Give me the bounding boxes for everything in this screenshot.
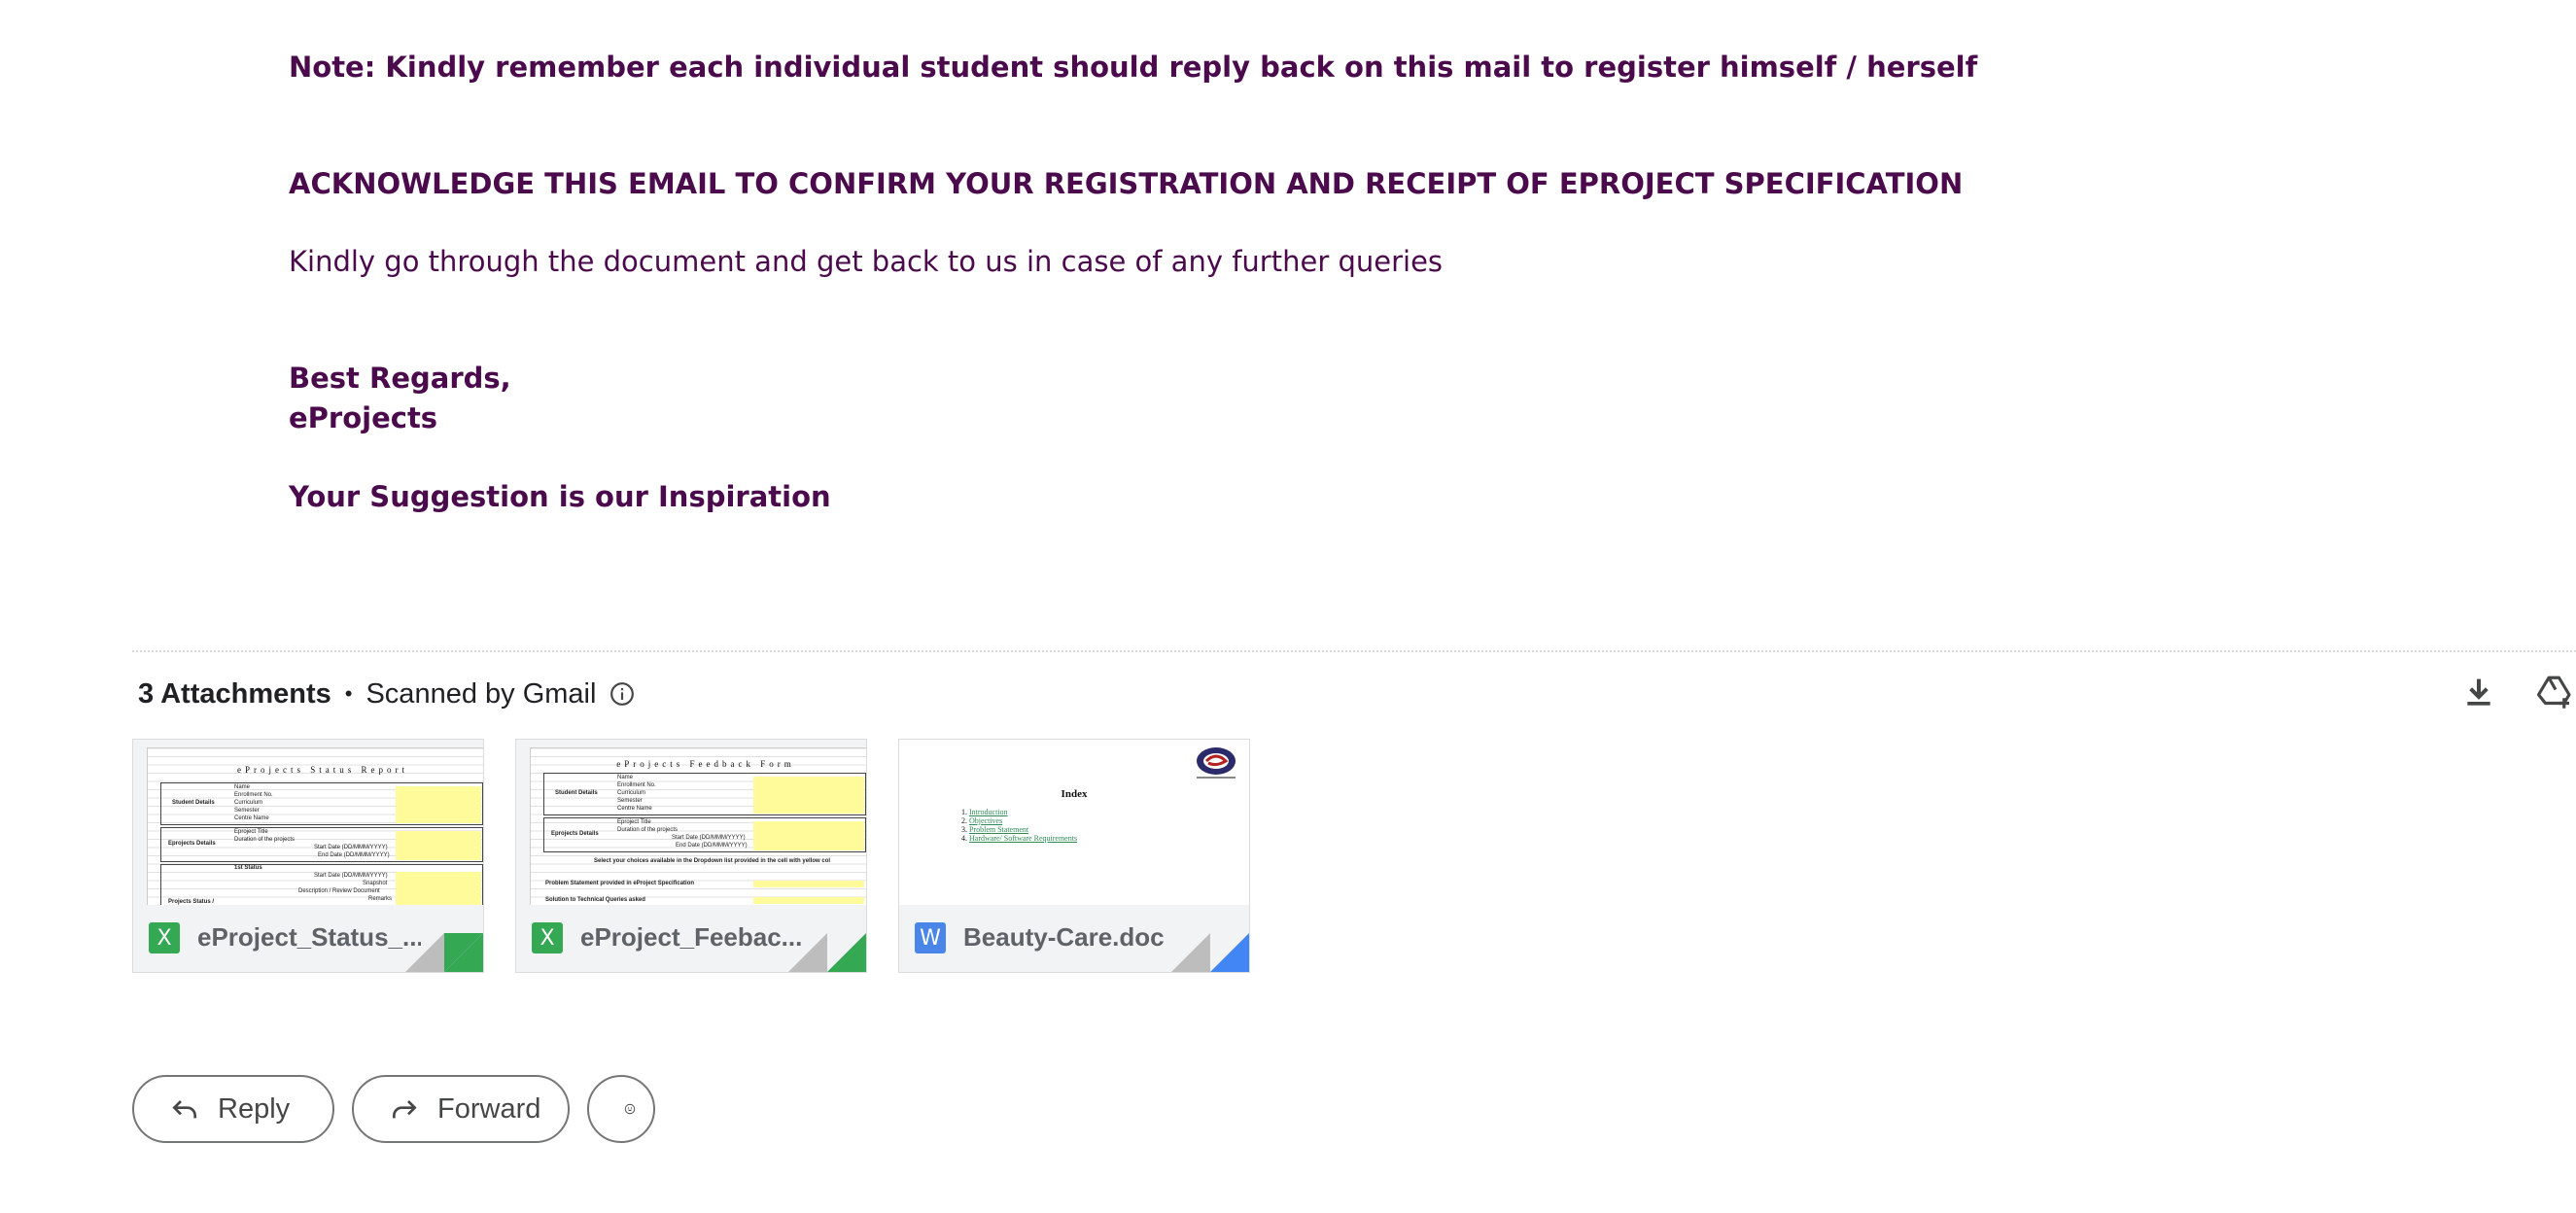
attachments-header: 3 Attachments • Scanned by Gmail [138, 675, 635, 713]
preview-index-item: Hardware/ Software Requirements [969, 834, 1078, 843]
info-icon[interactable] [609, 681, 635, 707]
preview-field: Enrollment No. [234, 792, 273, 798]
preview-title: eProjects Feedback Form [616, 759, 795, 769]
preview-field: End Date (DD/MMM/YYYY) [318, 852, 390, 858]
attachments-count: 3 Attachments [138, 677, 331, 710]
file-fold-icon [405, 933, 483, 972]
attachment-preview: Index 1. Introduction 2. Objectives 3. P… [899, 740, 1249, 905]
preview-field: Centre Name [617, 806, 652, 812]
preview-question: Problem Statement provided in eProject S… [545, 881, 695, 886]
attachment-name: Beauty-Care.doc [963, 922, 1165, 952]
attachment-preview: eProjects Status Report Student Details … [133, 740, 483, 905]
attachment-card-beauty-care[interactable]: Index 1. Introduction 2. Objectives 3. P… [898, 739, 1250, 973]
preview-field: Remarks [368, 896, 393, 902]
attachment-card-feedback-form[interactable]: eProjects Feedback Form Student Details … [515, 739, 867, 973]
forward-arrow-icon [393, 1100, 417, 1119]
attachment-footer: W Beauty-Care.doc [899, 905, 1249, 972]
attachment-footer: X eProject_Feebac... [516, 905, 866, 972]
preview-field: Start Date (DD/MMM/YYYY) [314, 845, 388, 850]
preview-index-item: Objectives [969, 816, 1003, 825]
preview-field: Centre Name [234, 815, 269, 821]
preview-section: Eprojects Details [168, 841, 216, 847]
reply-label: Reply [218, 1092, 291, 1125]
preview-field: Eproject Title [617, 819, 651, 825]
acknowledge-text: ACKNOWLEDGE THIS EMAIL TO CONFIRM YOUR R… [289, 167, 1964, 200]
file-fold-icon [788, 933, 866, 972]
preview-field: Semester [234, 808, 260, 814]
preview-field: Duration of the projects [234, 837, 296, 843]
preview-section: Eprojects Details [551, 831, 599, 837]
signoff-text: Best Regards, [289, 362, 511, 395]
preview-title: eProjects Status Report [237, 765, 408, 775]
preview-field: Curriculum [234, 800, 263, 806]
preview-index-list: 1. Introduction 2. Objectives 3. Problem… [961, 808, 1078, 843]
document-logo-icon [1197, 747, 1236, 779]
attachment-name: eProject_Status_... [197, 922, 421, 952]
reply-arrow-icon [172, 1100, 196, 1119]
attachment-card-status-report[interactable]: eProjects Status Report Student Details … [132, 739, 484, 973]
excel-icon: X [532, 922, 563, 953]
preview-field: Duration of the projects [617, 827, 679, 833]
preview-field: Name [617, 775, 634, 780]
file-fold-icon [1171, 933, 1249, 972]
preview-section: Student Details [172, 800, 215, 806]
forward-button[interactable]: Forward [352, 1075, 570, 1143]
preview-note: Select your choices available in the Dro… [594, 858, 831, 864]
reply-button[interactable]: Reply [132, 1075, 334, 1143]
preview-field: 1st Status [234, 865, 262, 871]
forward-label: Forward [437, 1092, 541, 1125]
emoji-smiley-icon [624, 1103, 636, 1115]
preview-field: End Date (DD/MMM/YYYY) [676, 843, 748, 849]
attachment-preview: eProjects Feedback Form Student Details … [516, 740, 866, 905]
word-icon: W [915, 922, 946, 953]
preview-field: Start Date (DD/MMM/YYYY) [672, 835, 746, 841]
attachments-divider [132, 650, 2576, 652]
preview-question: Solution to Technical Queries asked [545, 897, 645, 903]
preview-field: Eproject Title [234, 829, 268, 835]
attachment-name: eProject_Feebac... [580, 922, 803, 952]
preview-index-item: Introduction [969, 808, 1008, 816]
note-text: Note: Kindly remember each individual st… [289, 51, 1978, 84]
scanned-label: Scanned by Gmail [366, 677, 597, 710]
excel-icon: X [149, 922, 180, 953]
preview-field: Enrollment No. [617, 782, 656, 788]
separator-dot: • [344, 681, 353, 706]
preview-index-item: Problem Statement [969, 825, 1029, 834]
preview-field: Semester [617, 798, 643, 804]
instruction-text: Kindly go through the document and get b… [289, 245, 1444, 278]
preview-field: Curriculum [617, 790, 646, 796]
preview-field: Name [234, 784, 251, 790]
preview-field: Description / Review Document [298, 888, 380, 894]
signature-org: eProjects [289, 401, 438, 434]
download-all-icon[interactable] [2459, 673, 2498, 711]
preview-field: Snapshot [363, 881, 388, 886]
tagline-text: Your Suggestion is our Inspiration [289, 480, 831, 513]
preview-field: Start Date (DD/MMM/YYYY) [314, 873, 388, 879]
emoji-reaction-button[interactable] [587, 1075, 655, 1143]
preview-title: Index [1061, 788, 1088, 800]
add-to-drive-icon[interactable] [2535, 673, 2576, 713]
attachment-footer: X eProject_Status_... [133, 905, 483, 972]
preview-section: Student Details [555, 790, 598, 796]
